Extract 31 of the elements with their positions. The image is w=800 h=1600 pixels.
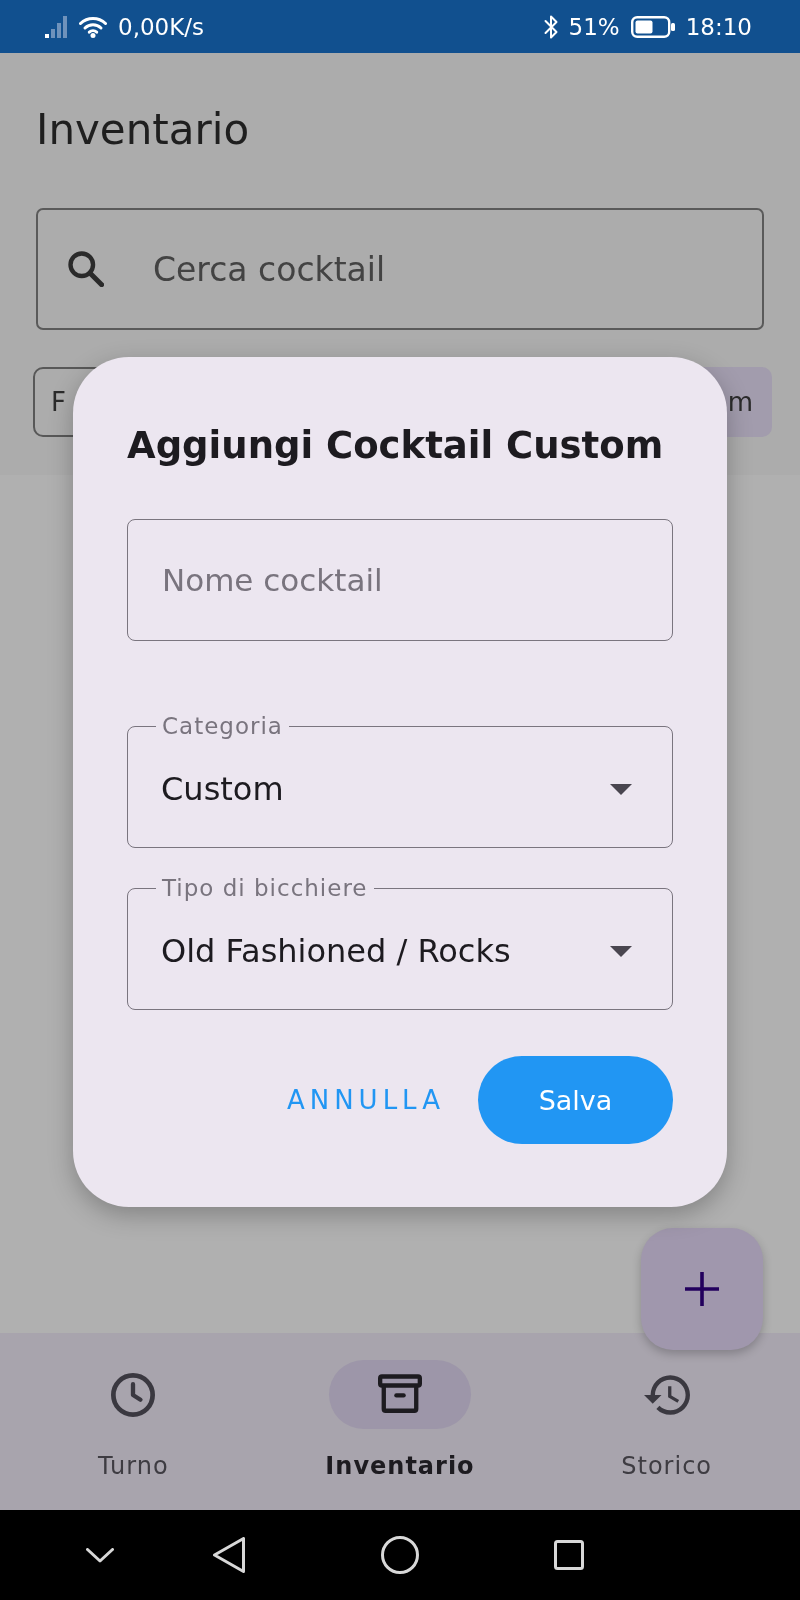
wifi-icon [79,15,107,38]
recents-icon[interactable] [554,1540,584,1570]
dropdown-value: Custom [161,770,284,808]
clock-time: 18:10 [685,12,752,41]
search-icon [68,251,104,287]
battery-percentage: 51% [568,12,620,41]
archive-box-icon [378,1374,422,1415]
caret-icon [610,783,632,795]
battery-icon [630,15,675,38]
input-field[interactable]: Nome cocktail [127,519,673,641]
save-button[interactable]: Salva [478,1056,673,1144]
floating-label: Tipo di bicchiere [161,875,369,901]
floating-label: Categoria [161,713,284,739]
back-icon[interactable] [213,1537,245,1573]
chevron-down-icon[interactable] [86,1547,114,1563]
dropdown-value: Old Fashioned / Rocks [161,932,511,970]
clock-icon [111,1372,156,1417]
screen-title: Inventario [36,107,250,153]
history-icon [643,1374,690,1415]
dialog-title: Aggiungi Cocktail Custom [127,424,664,468]
nav-tab[interactable]: Storico [595,1360,738,1481]
nav-tab[interactable]: Turno [62,1360,205,1481]
plus-icon [685,1272,719,1306]
dropdown-field[interactable]: Categoria Custom [127,713,673,848]
dropdown-field[interactable]: Tipo di bicchiere Old Fashioned / Rocks [127,875,673,1010]
network-speed: 0,00K/s [118,12,205,41]
search-field[interactable]: Cerca cocktail [36,208,764,330]
bluetooth-icon [543,13,558,40]
caret-icon [610,945,632,957]
home-icon[interactable] [381,1536,419,1574]
signal-bars-icon [44,15,68,38]
